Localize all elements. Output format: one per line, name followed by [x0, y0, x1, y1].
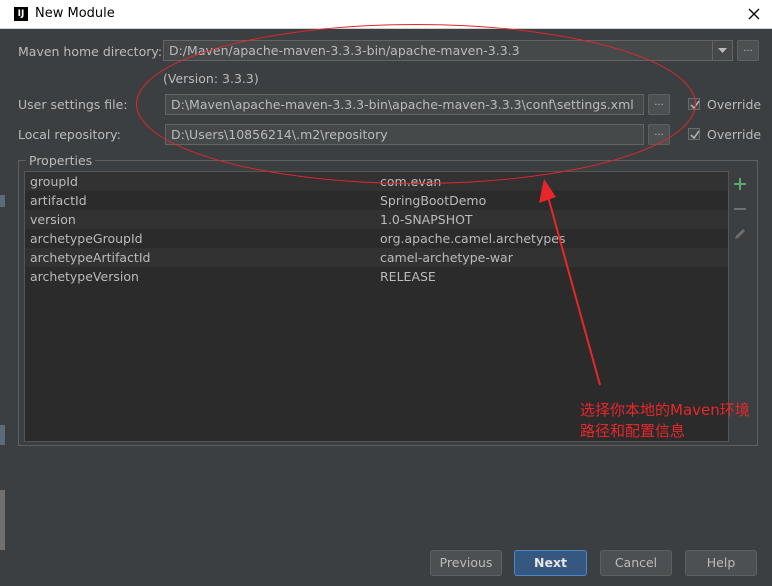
- property-key: archetypeGroupId: [30, 231, 143, 246]
- override-repository-label: Override: [707, 127, 762, 142]
- remove-property-button[interactable]: [732, 201, 748, 217]
- chevron-down-icon: [718, 48, 727, 53]
- property-key: archetypeVersion: [30, 269, 139, 284]
- property-value: 1.0-SNAPSHOT: [380, 212, 473, 227]
- override-settings-label: Override: [707, 97, 762, 112]
- window-title: New Module: [35, 6, 115, 21]
- add-property-button[interactable]: [732, 176, 748, 192]
- property-key: artifactId: [30, 193, 87, 208]
- cancel-button[interactable]: Cancel: [600, 550, 672, 576]
- property-key: groupId: [30, 174, 78, 189]
- property-value: camel-archetype-war: [380, 250, 513, 265]
- close-button[interactable]: [744, 4, 764, 24]
- property-value: RELEASE: [380, 269, 436, 284]
- table-row[interactable]: archetypeVersion RELEASE: [25, 267, 728, 286]
- maven-home-browse-button[interactable]: ...: [737, 40, 759, 61]
- user-settings-label: User settings file:: [18, 97, 128, 112]
- maven-home-dropdown[interactable]: [713, 40, 733, 61]
- arrow-icon: [539, 179, 601, 386]
- checkmark-icon: [690, 130, 700, 140]
- table-row[interactable]: archetypeGroupId org.apache.camel.archet…: [25, 229, 728, 248]
- table-row[interactable]: artifactId SpringBootDemo: [25, 191, 728, 210]
- edit-icon: [735, 229, 745, 239]
- property-key: archetypeArtifactId: [30, 250, 151, 265]
- maven-home-label: Maven home directory:: [18, 44, 163, 59]
- annotation-line: 选择你本地的Maven环境: [580, 401, 750, 419]
- intellij-icon: IJ: [14, 7, 28, 21]
- side-strip: [0, 195, 5, 207]
- annotation-text: 选择你本地的Maven环境 路径和配置信息: [580, 400, 770, 442]
- property-value: SpringBootDemo: [380, 193, 487, 208]
- edit-property-button[interactable]: [732, 226, 748, 242]
- side-strip: [0, 425, 5, 445]
- add-icon: [734, 178, 746, 190]
- side-strip: [0, 490, 5, 550]
- annotation-ellipse: [136, 24, 696, 184]
- next-button[interactable]: Next: [514, 550, 587, 576]
- annotation-line: 路径和配置信息: [580, 422, 686, 440]
- previous-button[interactable]: Previous: [430, 550, 502, 576]
- property-key: version: [30, 212, 76, 227]
- remove-icon: [734, 208, 746, 210]
- close-icon: [748, 8, 760, 20]
- local-repository-label: Local repository:: [18, 127, 121, 142]
- override-repository-checkbox[interactable]: [688, 128, 700, 140]
- table-row[interactable]: archetypeArtifactId camel-archetype-war: [25, 248, 728, 267]
- properties-title: Properties: [26, 153, 96, 168]
- table-row[interactable]: version 1.0-SNAPSHOT: [25, 210, 728, 229]
- help-button[interactable]: Help: [685, 550, 757, 576]
